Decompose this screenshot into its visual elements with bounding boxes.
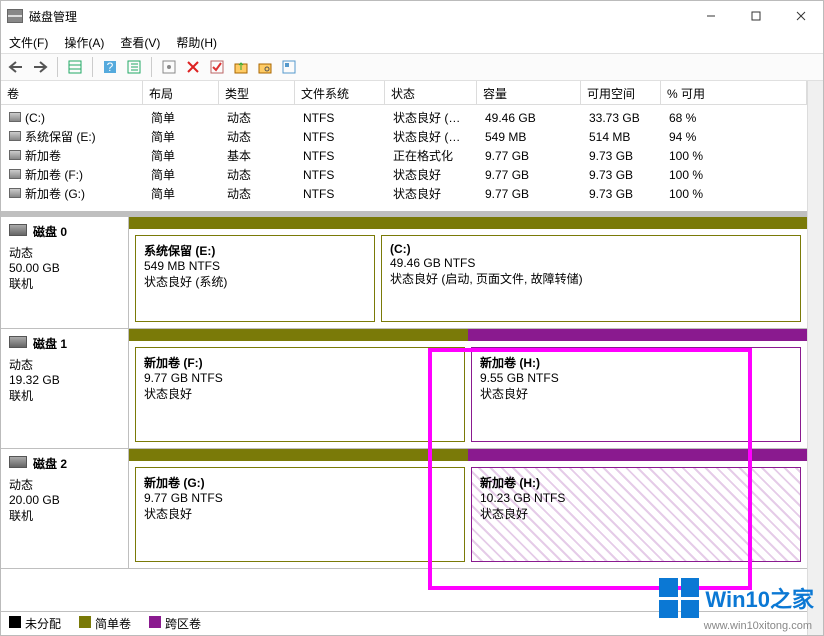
disk-row: 磁盘 1动态19.32 GB联机新加卷 (F:)9.77 GB NTFS状态良好…: [1, 329, 807, 449]
col-type[interactable]: 类型: [219, 81, 295, 104]
disk-label[interactable]: 磁盘 2动态20.00 GB联机: [1, 449, 129, 568]
drive-icon: [9, 112, 21, 122]
folder-search-icon[interactable]: [256, 58, 274, 76]
disk-row: 磁盘 0动态50.00 GB联机系统保留 (E:)549 MB NTFS状态良好…: [1, 217, 807, 329]
maximize-button[interactable]: [733, 2, 778, 30]
drive-icon: [9, 188, 21, 198]
folder-up-icon[interactable]: [232, 58, 250, 76]
vertical-scrollbar[interactable]: [807, 81, 823, 635]
menu-file[interactable]: 文件(F): [9, 34, 48, 51]
drive-icon: [9, 169, 21, 179]
volume-list: (C:)简单动态NTFS状态良好 (…49.46 GB33.73 GB68 %系…: [1, 105, 807, 211]
menu-action[interactable]: 操作(A): [64, 34, 104, 51]
volume-row[interactable]: (C:)简单动态NTFS状态良好 (…49.46 GB33.73 GB68 %: [1, 108, 807, 127]
col-pct[interactable]: % 可用: [661, 81, 807, 104]
check-icon[interactable]: [208, 58, 226, 76]
volume-header: 卷 布局 类型 文件系统 状态 容量 可用空间 % 可用: [1, 81, 807, 105]
menu-view[interactable]: 查看(V): [120, 34, 160, 51]
app-icon: [7, 9, 23, 23]
forward-icon[interactable]: [31, 58, 49, 76]
col-free[interactable]: 可用空间: [581, 81, 661, 104]
close-button[interactable]: [778, 2, 823, 30]
disk-layout-area: 磁盘 0动态50.00 GB联机系统保留 (E:)549 MB NTFS状态良好…: [1, 217, 807, 611]
minimize-button[interactable]: [688, 2, 733, 30]
disk-label[interactable]: 磁盘 0动态50.00 GB联机: [1, 217, 129, 328]
volume-row[interactable]: 新加卷简单基本NTFS正在格式化9.77 GB9.73 GB100 %: [1, 146, 807, 165]
volume-row[interactable]: 系统保留 (E:)简单动态NTFS状态良好 (…549 MB514 MB94 %: [1, 127, 807, 146]
properties-icon[interactable]: [280, 58, 298, 76]
disk-label[interactable]: 磁盘 1动态19.32 GB联机: [1, 329, 129, 448]
drive-icon: [9, 131, 21, 141]
col-capacity[interactable]: 容量: [477, 81, 581, 104]
settings-icon[interactable]: [160, 58, 178, 76]
partition[interactable]: 系统保留 (E:)549 MB NTFS状态良好 (系统): [135, 235, 375, 322]
partition[interactable]: 新加卷 (G:)9.77 GB NTFS状态良好: [135, 467, 465, 562]
svg-text:?: ?: [107, 60, 114, 74]
disk-icon: [9, 224, 27, 236]
window-title: 磁盘管理: [29, 8, 688, 25]
volume-row[interactable]: 新加卷 (G:)简单动态NTFS状态良好9.77 GB9.73 GB100 %: [1, 184, 807, 203]
delete-icon[interactable]: [184, 58, 202, 76]
col-volume[interactable]: 卷: [1, 81, 143, 104]
partition[interactable]: (C:)49.46 GB NTFS状态良好 (启动, 页面文件, 故障转储): [381, 235, 801, 322]
col-layout[interactable]: 布局: [143, 81, 219, 104]
partition[interactable]: 新加卷 (F:)9.77 GB NTFS状态良好: [135, 347, 465, 442]
drive-icon: [9, 150, 21, 160]
menu-help[interactable]: 帮助(H): [176, 34, 217, 51]
col-status[interactable]: 状态: [385, 81, 477, 104]
legend: 未分配 简单卷 跨区卷: [1, 611, 807, 635]
volume-row[interactable]: 新加卷 (F:)简单动态NTFS状态良好9.77 GB9.73 GB100 %: [1, 165, 807, 184]
back-icon[interactable]: [7, 58, 25, 76]
window-titlebar: 磁盘管理: [1, 1, 823, 31]
partition[interactable]: 新加卷 (H:)9.55 GB NTFS状态良好: [471, 347, 801, 442]
partition[interactable]: 新加卷 (H:)10.23 GB NTFS状态良好: [471, 467, 801, 562]
col-fs[interactable]: 文件系统: [295, 81, 385, 104]
disk-icon: [9, 456, 27, 468]
disk-row: 磁盘 2动态20.00 GB联机新加卷 (G:)9.77 GB NTFS状态良好…: [1, 449, 807, 569]
legend-swatch-span: [149, 616, 161, 628]
legend-swatch-simple: [79, 616, 91, 628]
view-list-icon[interactable]: [66, 58, 84, 76]
toolbar: ?: [1, 53, 823, 81]
help-icon[interactable]: ?: [101, 58, 119, 76]
details-icon[interactable]: [125, 58, 143, 76]
disk-icon: [9, 336, 27, 348]
legend-swatch-unallocated: [9, 616, 21, 628]
menubar: 文件(F) 操作(A) 查看(V) 帮助(H): [1, 31, 823, 53]
